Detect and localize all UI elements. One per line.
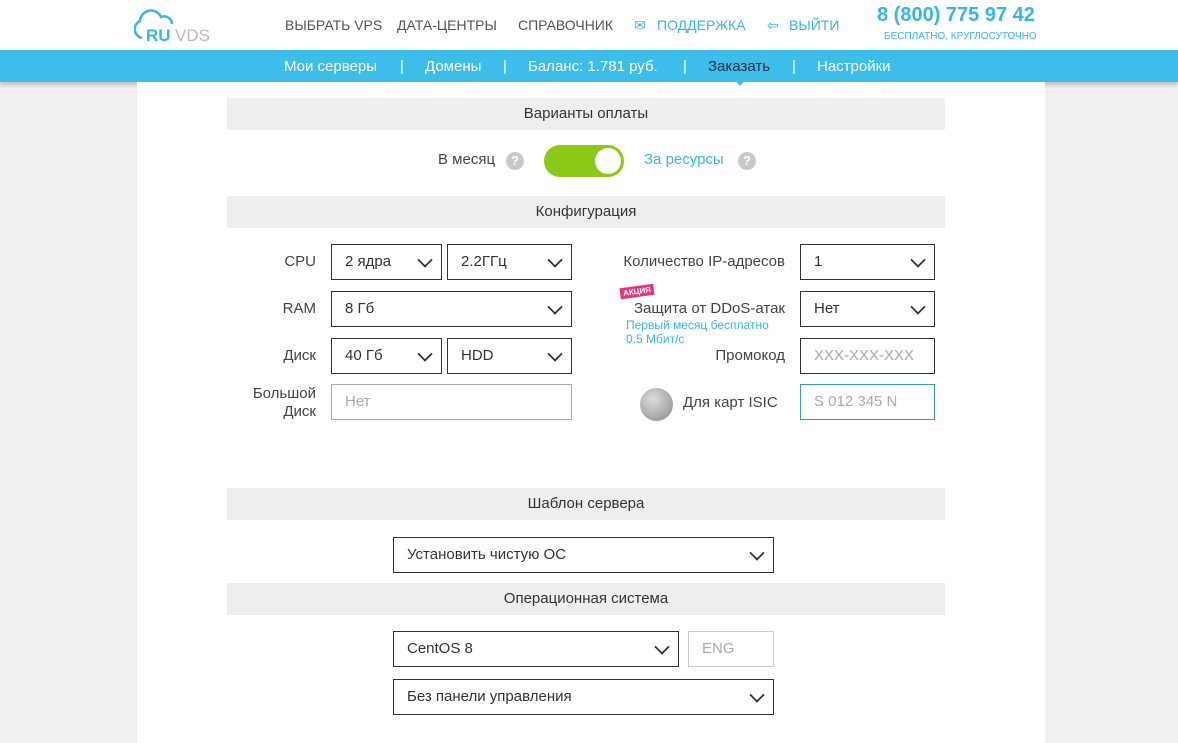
nav-reference[interactable]: СПРАВОЧНИК [518,17,613,33]
ruvds-logo[interactable]: RU VDS [134,8,224,44]
menu-order[interactable]: Заказать [708,58,770,75]
big-disk-label-2: Диск [283,403,316,420]
chevron-down-icon [910,299,926,315]
ddos-select[interactable]: Нет [800,291,935,327]
payment-toggle[interactable] [544,145,624,177]
chevron-down-icon [654,639,670,655]
section-config: Конфигурация [227,196,945,228]
chevron-down-icon [547,252,563,268]
ip-count-select[interactable]: 1 [800,244,935,280]
cpu-freq-value: 2.2ГГц [461,253,507,270]
menu-domains[interactable]: Домены [425,58,481,75]
cpu-freq-select[interactable]: 2.2ГГц [447,244,572,280]
toggle-knob [595,148,621,174]
nav-logout[interactable]: ВЫЙТИ [789,17,839,33]
logout-icon: ⇦ [767,17,779,33]
ip-count-label: Количество IP-адресов [623,253,785,270]
ram-value: 8 Гб [345,300,375,317]
nav-datacenters[interactable]: ДАТА-ЦЕНТРЫ [397,17,497,33]
chevron-down-icon [910,252,926,268]
menu-separator: | [503,58,507,75]
big-disk-input[interactable]: Нет [331,384,572,420]
big-disk-label: Большой [252,385,316,402]
os-language-input[interactable]: ENG [688,631,774,667]
disk-type-select[interactable]: HDD [447,338,572,374]
os-select[interactable]: CentOS 8 [393,631,679,667]
svg-text:VDS: VDS [175,26,210,44]
chevron-down-icon [547,346,563,362]
promo-label: Промокод [715,347,785,364]
resources-label[interactable]: За ресурсы [644,151,724,168]
mail-icon: ✉ [634,17,646,33]
menu-my-servers[interactable]: Мои серверы [284,58,377,75]
control-panel-select[interactable]: Без панели управления [393,679,774,715]
section-payment: Варианты оплаты [227,98,945,130]
chevron-down-icon [417,346,433,362]
isic-logo [640,388,673,421]
ddos-note: Первый месяц бесплатно [626,318,769,332]
svg-text:RU: RU [146,26,171,44]
ddos-label: Защита от DDoS-атак [633,300,785,317]
cpu-label: CPU [284,253,316,270]
section-template: Шаблон сервера [227,488,945,520]
ram-label: RAM [282,300,316,317]
menu-separator: | [400,58,404,75]
cpu-cores-select[interactable]: 2 ядра [331,244,442,280]
cpu-cores-value: 2 ядра [345,253,392,270]
ip-count-value: 1 [814,253,823,270]
ddos-value: Нет [814,300,840,317]
isic-label: Для карт ISIC [683,394,778,411]
disk-type-value: HDD [461,347,494,364]
chevron-down-icon [749,545,765,561]
disk-size-select[interactable]: 40 Гб [331,338,442,374]
chevron-down-icon [547,299,563,315]
promo-input[interactable]: XXX-XXX-XXX [800,338,935,374]
nav-support[interactable]: ПОДДЕРЖКА [657,17,746,33]
phone-number[interactable]: 8 (800) 775 97 42 [877,4,1035,27]
menu-separator: | [792,58,796,75]
nav-choose-vps[interactable]: ВЫБРАТЬ VPS [285,17,382,33]
menu-separator: | [683,58,687,75]
chevron-down-icon [749,687,765,703]
ddos-note-speed: 0.5 Мбит/с [626,332,685,346]
monthly-label[interactable]: В месяц [438,151,495,168]
active-menu-caret [735,80,745,86]
help-icon[interactable]: ? [738,152,756,170]
ram-select[interactable]: 8 Гб [331,291,572,327]
control-panel-value: Без панели управления [407,688,572,705]
os-value: CentOS 8 [407,640,473,657]
disk-size-value: 40 Гб [345,347,383,364]
chevron-down-icon [417,252,433,268]
help-icon[interactable]: ? [506,152,524,170]
template-value: Установить чистую ОС [407,546,567,563]
menu-balance[interactable]: Баланс: 1.781 руб. [528,58,658,75]
menu-settings[interactable]: Настройки [817,58,891,75]
template-select[interactable]: Установить чистую ОС [393,537,774,573]
isic-input[interactable]: S 012 345 N [800,384,935,420]
section-os: Операционная система [227,583,945,615]
disk-label: Диск [283,347,316,364]
phone-subtitle: БЕСПЛАТНО, КРУГЛОСУТОЧНО [884,31,1037,42]
